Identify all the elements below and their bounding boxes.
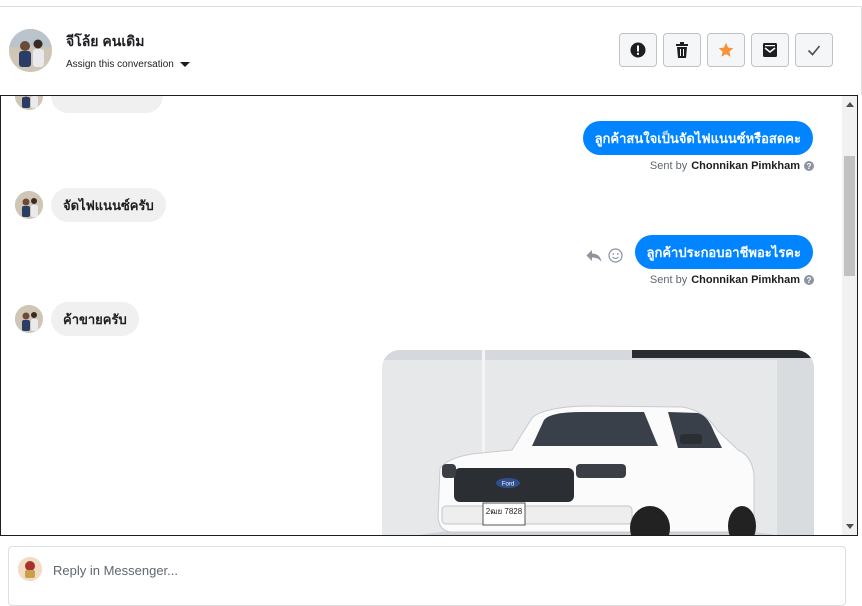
assign-label: Assign this conversation <box>66 59 174 70</box>
check-icon <box>807 45 821 56</box>
reply-composer <box>8 546 846 606</box>
svg-text:Ford: Ford <box>502 482 514 488</box>
photo-attachment[interactable]: Ford 2ฒย 7828 <box>382 350 814 535</box>
scroll-down-arrow-icon[interactable] <box>846 524 854 529</box>
sent-by-prefix: Sent by <box>649 160 688 172</box>
sent-by-name: Chonnikan Pimkham <box>691 160 800 172</box>
incoming-bubble-partial <box>51 96 163 113</box>
incoming-bubble: จัดไฟแนนซ์ครับ <box>51 188 166 222</box>
message-row: จัดไฟแนนซ์ครับ <box>15 188 166 222</box>
contact-avatar-small <box>15 191 43 219</box>
star-icon <box>718 42 734 57</box>
outgoing-bubble: ลูกค้าสนใจเป็นจัดไฟแนนซ์หรือสดคะ <box>582 121 813 155</box>
reply-icon[interactable] <box>586 249 602 263</box>
contact-avatar-small <box>15 305 43 333</box>
outgoing-bubble: ลูกค้าประกอบอาชีพอะไรคะ <box>634 235 813 269</box>
conversation-actions <box>619 33 833 67</box>
mark-unread-button[interactable] <box>751 33 789 67</box>
top-border <box>0 0 862 7</box>
help-icon[interactable]: ? <box>804 161 814 171</box>
license-plate-text: 2ฒย 7828 <box>486 507 523 516</box>
trash-icon <box>676 42 688 58</box>
sent-by-label: Sent by Chonnikan Pimkham ? <box>650 274 814 286</box>
incoming-bubble: ค้าขายครับ <box>51 302 139 336</box>
thread-scrollbar[interactable] <box>842 96 857 535</box>
message-row: ค้าขายครับ <box>15 302 139 336</box>
sent-by-prefix: Sent by <box>649 274 688 286</box>
star-button[interactable] <box>707 33 745 67</box>
conversation-header: จีโล้ย คนเดิม Assign this conversation <box>0 7 862 95</box>
reply-input[interactable] <box>53 559 753 581</box>
mark-unread-icon <box>763 43 777 57</box>
contact-avatar[interactable] <box>9 29 52 72</box>
message-row-partial <box>15 96 163 113</box>
caret-down-icon <box>179 62 190 67</box>
scrollbar-thumb[interactable] <box>844 156 855 276</box>
page-avatar <box>18 557 42 581</box>
message-thread[interactable]: ลูกค้าสนใจเป็นจัดไฟแนนซ์หรือสดคะ Sent by… <box>0 95 858 536</box>
contact-name: จีโล้ย คนเดิม <box>66 33 145 49</box>
sent-by-name: Chonnikan Pimkham <box>691 274 800 286</box>
mark-done-button[interactable] <box>795 33 833 67</box>
delete-button[interactable] <box>663 33 701 67</box>
scroll-up-arrow-icon[interactable] <box>846 102 854 107</box>
contact-avatar-small <box>15 96 43 110</box>
assign-conversation-dropdown[interactable]: Assign this conversation <box>66 59 190 70</box>
emoji-react-icon[interactable] <box>608 248 623 263</box>
alert-icon <box>630 42 646 58</box>
help-icon[interactable]: ? <box>804 275 814 285</box>
spam-button[interactable] <box>619 33 657 67</box>
sent-by-label: Sent by Chonnikan Pimkham ? <box>650 160 814 172</box>
message-hover-actions <box>586 248 623 263</box>
